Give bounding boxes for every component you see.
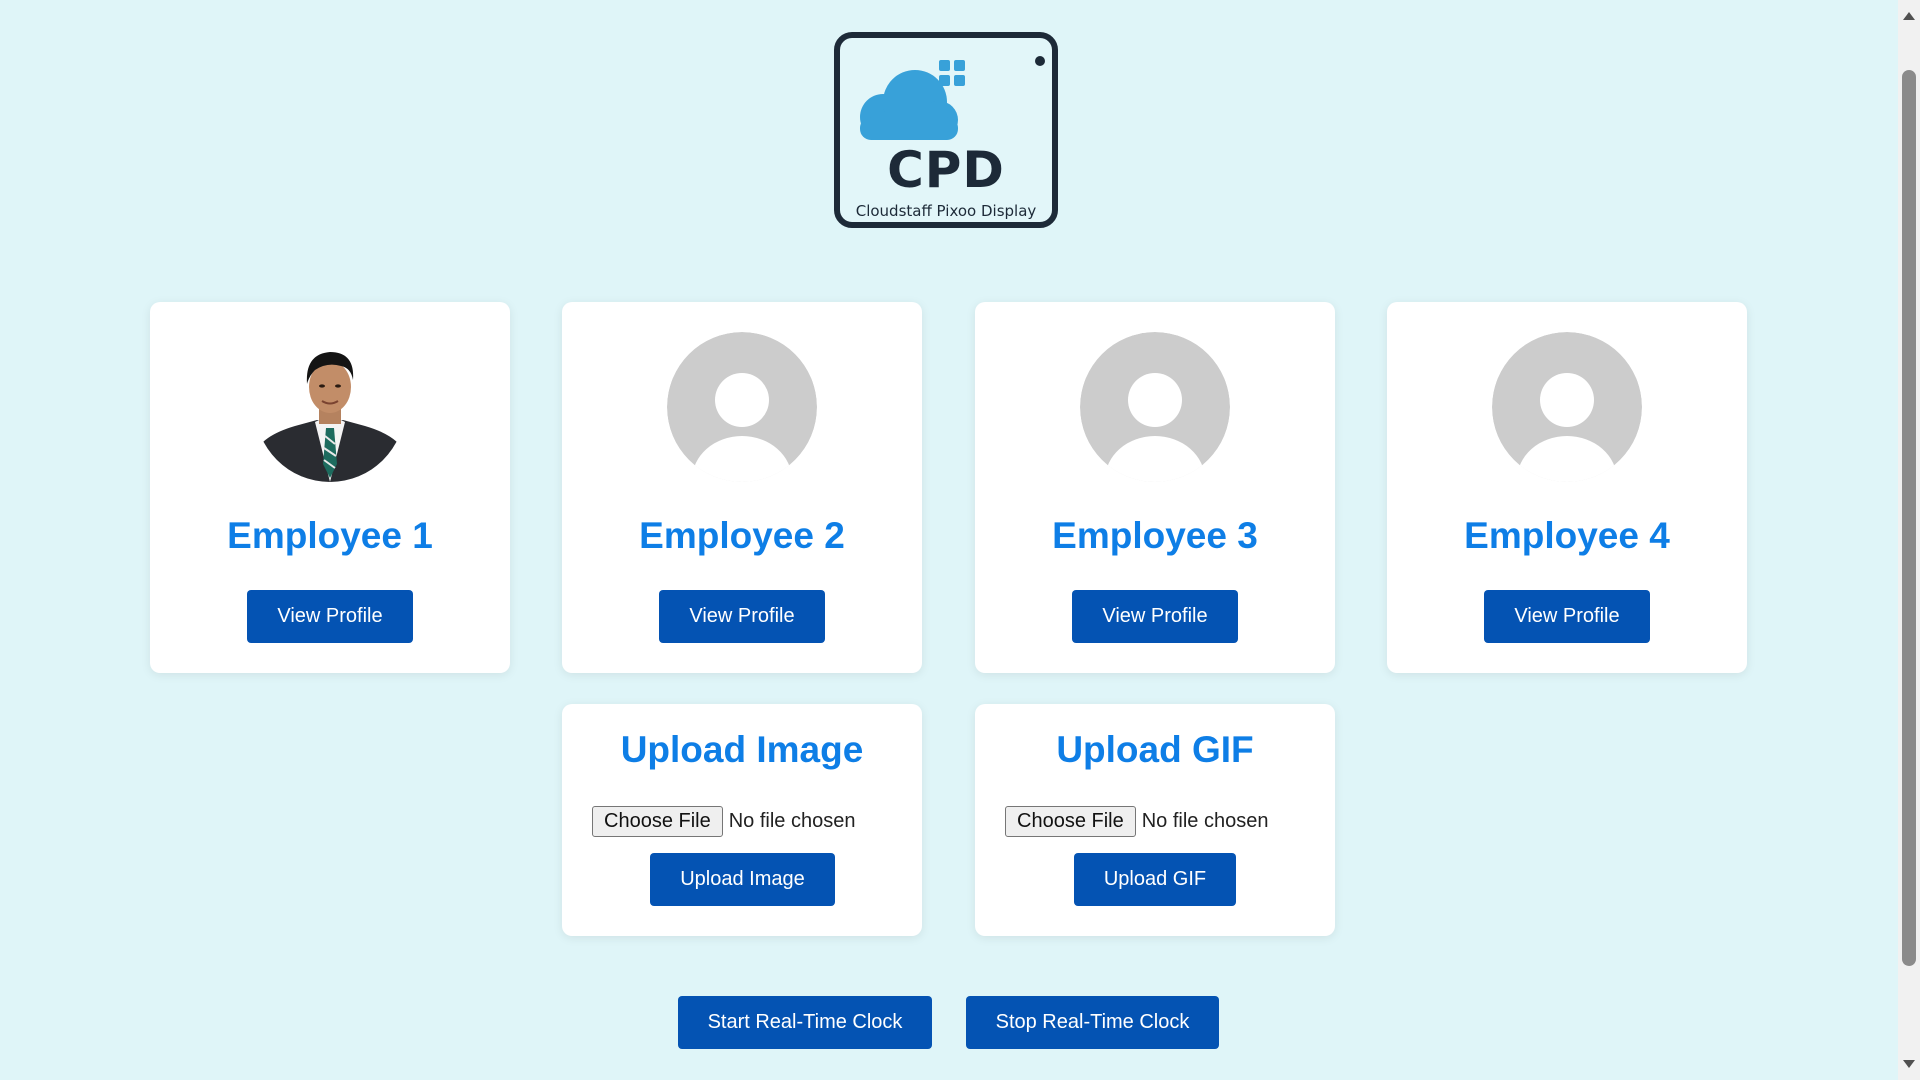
image-file-input[interactable]: Choose File No file chosen [592,806,855,837]
employee-card: Employee 2 View Profile [562,302,922,673]
upload-image-title: Upload Image [620,729,864,770]
upload-gif-title: Upload GIF [1056,729,1254,770]
avatar [255,332,405,482]
employee-name: Employee 3 [1052,515,1258,556]
view-profile-button[interactable]: View Profile [1484,590,1650,643]
file-status: No file chosen [1141,810,1269,832]
employee-name: Employee 2 [639,515,845,556]
default-user-icon [667,332,817,482]
upload-gif-card: Upload GIF Choose File No file chosen Up… [975,704,1335,936]
employee-name: Employee 4 [1464,515,1670,556]
avatar [667,332,817,482]
employee-card: Employee 4 View Profile [1387,302,1747,673]
choose-file-button[interactable]: Choose File [592,806,723,837]
stop-clock-button[interactable]: Stop Real-Time Clock [966,996,1219,1049]
choose-file-button[interactable]: Choose File [1005,806,1136,837]
vertical-scrollbar[interactable] [1898,0,1920,1080]
page: CPD Cloudstaff Pixoo Display Employee 1 … [0,0,1898,1080]
gif-file-input[interactable]: Choose File No file chosen [1005,806,1268,837]
upload-image-button[interactable]: Upload Image [650,853,835,906]
scroll-up-icon[interactable] [1903,12,1915,20]
scroll-thumb[interactable] [1902,70,1916,966]
start-clock-button[interactable]: Start Real-Time Clock [678,996,932,1049]
upload-image-card: Upload Image Choose File No file chosen … [562,704,922,936]
cpd-logo: CPD Cloudstaff Pixoo Display [834,32,1058,228]
upload-gif-button[interactable]: Upload GIF [1074,853,1236,906]
view-profile-button[interactable]: View Profile [1072,590,1238,643]
view-profile-button[interactable]: View Profile [659,590,825,643]
default-user-icon [1492,332,1642,482]
employee-card: Employee 3 View Profile [975,302,1335,673]
default-user-icon [1080,332,1230,482]
file-status: No file chosen [728,810,856,832]
logo-subtitle: Cloudstaff Pixoo Display [855,202,1037,220]
view-profile-button[interactable]: View Profile [247,590,413,643]
employee-name: Employee 1 [227,515,433,556]
logo-title: CPD [887,141,1005,199]
scroll-down-icon[interactable] [1903,1060,1915,1068]
employee-photo-icon [255,352,405,482]
avatar [1492,332,1642,482]
employee-card: Employee 1 View Profile [150,302,510,673]
avatar [1080,332,1230,482]
